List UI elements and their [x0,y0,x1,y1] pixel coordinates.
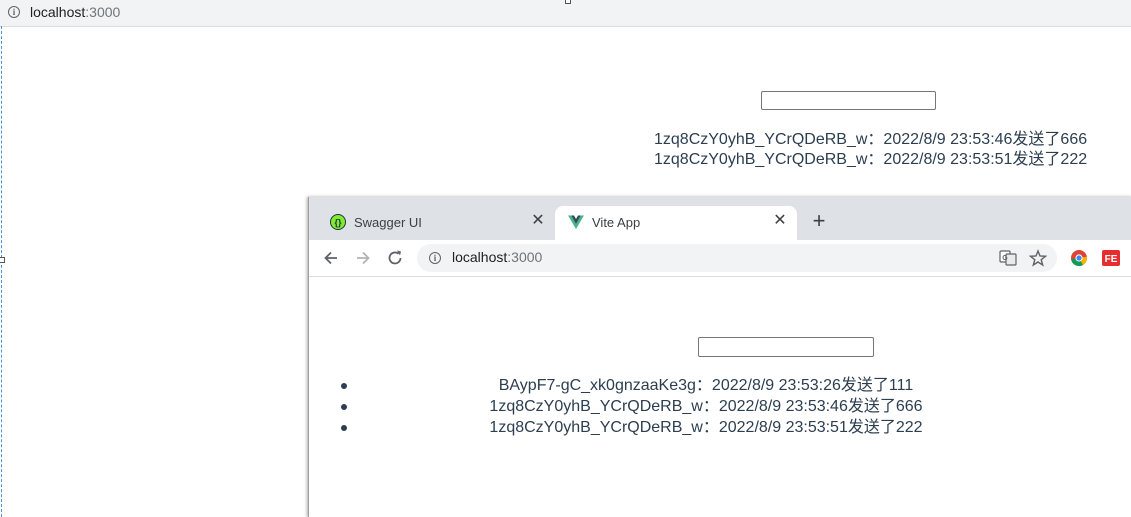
background-address-bar[interactable]: i localhost:3000 [0,0,1131,27]
site-info-icon[interactable]: i [429,252,441,264]
tab-strip: {} Swagger UI ✕ Vite App ✕ + [309,197,1131,240]
svg-text:{}: {} [334,218,342,228]
list-item: BAypF7-gC_xk0gnzaaKe3g：2022/8/9 23:53:26… [341,375,1071,396]
fe-extension-icon[interactable]: FE [1102,249,1120,267]
message-input[interactable] [698,337,874,357]
tab-swagger-ui[interactable]: {} Swagger UI ✕ [317,206,555,240]
swagger-icon: {} [330,214,346,230]
list-item: 1zq8CzY0yhB_YCrQDeRB_w：2022/8/9 23:53:46… [341,396,1071,417]
reload-icon[interactable] [385,248,405,268]
browser-toolbar: i localhost:3000 G FE [309,240,1131,277]
site-info-icon[interactable]: i [8,6,20,18]
svg-text:G: G [1002,255,1008,262]
back-arrow-icon[interactable] [321,248,341,268]
message-list: BAypF7-gC_xk0gnzaaKe3g：2022/8/9 23:53:26… [341,375,1071,438]
bullet-icon [341,383,347,389]
bullet-icon [341,425,347,431]
chrome-extension-icon[interactable] [1070,249,1088,267]
close-tab-icon[interactable]: ✕ [529,212,547,230]
background-message-input[interactable] [761,91,936,110]
translate-icon[interactable]: G [999,249,1017,267]
list-item: 1zq8CzY0yhB_YCrQDeRB_w：2022/8/9 23:53:46… [654,131,1088,148]
selection-border [1,26,2,517]
address-url[interactable]: localhost:3000 [452,249,542,265]
background-message-list: 1zq8CzY0yhB_YCrQDeRB_w：2022/8/9 23:53:46… [654,130,1087,170]
tab-vite-app[interactable]: Vite App ✕ [555,206,797,240]
new-tab-button[interactable]: + [809,210,829,232]
close-tab-icon[interactable]: ✕ [771,212,789,230]
list-item: 1zq8CzY0yhB_YCrQDeRB_w：2022/8/9 23:53:51… [341,417,1071,438]
background-url[interactable]: localhost:3000 [30,4,120,20]
bookmark-star-icon[interactable] [1029,249,1047,267]
tab-title: Vite App [592,215,641,230]
list-item: 1zq8CzY0yhB_YCrQDeRB_w：2022/8/9 23:53:51… [654,151,1088,168]
resize-handle-top[interactable] [565,0,571,4]
foreground-browser-window: {} Swagger UI ✕ Vite App ✕ + i localhost… [308,197,1131,517]
tab-title: Swagger UI [354,215,422,230]
resize-handle-left[interactable] [0,257,5,263]
address-bar[interactable]: i localhost:3000 G [417,244,1057,272]
vue-icon [568,215,584,229]
svg-text:FE: FE [1105,254,1118,265]
bullet-icon [341,404,347,410]
forward-arrow-icon[interactable] [353,248,373,268]
